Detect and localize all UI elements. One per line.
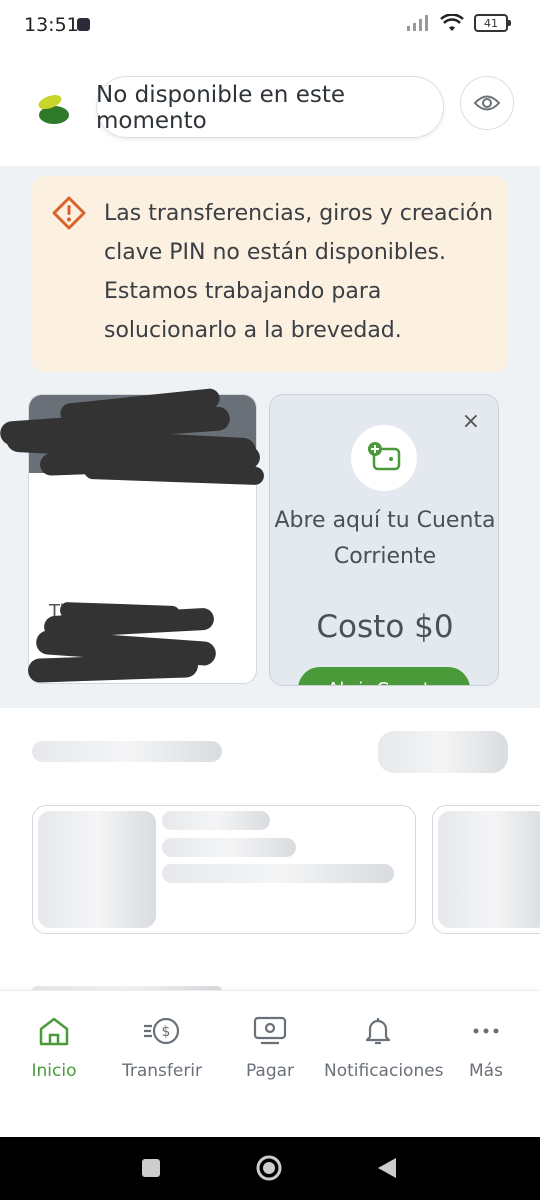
- status-bar: 13:51 41: [0, 0, 540, 56]
- signal-icon: [407, 15, 428, 31]
- bank-logo: [38, 95, 69, 124]
- nav-label: Pagar: [245, 1061, 295, 1081]
- nav-label: Más: [469, 1061, 503, 1081]
- svg-text:$: $: [162, 1024, 171, 1040]
- pay-icon: [253, 1016, 287, 1045]
- battery-icon: 41: [474, 14, 511, 32]
- system-nav-bar: [0, 1137, 540, 1200]
- status-indicators: 41: [406, 14, 511, 32]
- nav-item-inicio[interactable]: Inicio: [0, 1015, 108, 1081]
- skeleton-thumb: [438, 811, 540, 928]
- eye-icon: [473, 95, 501, 111]
- nav-label: Notificaciones: [324, 1061, 444, 1081]
- wifi-icon: [440, 14, 464, 31]
- back-icon[interactable]: [376, 1157, 398, 1179]
- visibility-toggle[interactable]: [460, 76, 514, 130]
- open-account-button[interactable]: Abrir Cuenta: [298, 667, 470, 685]
- status-pill-text: No disponible en este momento: [96, 82, 345, 134]
- promo-cost: Costo $0: [316, 609, 454, 645]
- more-icon: [473, 1028, 499, 1034]
- nav-item-transferir[interactable]: $ Transferir: [108, 1015, 216, 1081]
- skeleton-line: [162, 838, 296, 857]
- skeleton-line: [162, 811, 270, 830]
- nav-label: Inicio: [31, 1061, 77, 1081]
- app-notification-icon: [77, 18, 90, 31]
- promo-title: Abre aquí tu Cuenta Corriente: [274, 508, 496, 569]
- alert-banner: Las transferencias, giros y creación cla…: [32, 176, 508, 372]
- promo-card[interactable]: × Abre aquí tu Cuenta Corriente Costo $0…: [269, 394, 499, 686]
- nav-item-notificaciones[interactable]: Notificaciones: [324, 1015, 444, 1081]
- nav-item-pagar[interactable]: Pagar: [216, 1015, 324, 1081]
- skeleton-button: [378, 731, 508, 773]
- skeleton-thumb: [38, 811, 156, 928]
- alert-message: Las transferencias, giros y creación cla…: [104, 201, 494, 343]
- skeleton-line: [162, 864, 394, 883]
- bell-icon: [365, 1018, 391, 1045]
- home-button-icon[interactable]: [256, 1155, 282, 1181]
- recents-icon[interactable]: [142, 1159, 160, 1177]
- status-time: 13:51: [24, 14, 79, 36]
- header: No disponible en este momento: [0, 56, 540, 166]
- home-icon: [39, 1017, 69, 1046]
- bottom-nav: Inicio $ Transferir Pagar Notificaciones: [0, 990, 540, 1137]
- wallet-add-icon: [351, 425, 417, 491]
- close-icon[interactable]: ×: [462, 411, 480, 433]
- warning-icon: [52, 196, 86, 230]
- skeleton-title: [32, 741, 222, 762]
- nav-label: Transferir: [121, 1061, 203, 1081]
- transfer-icon: $: [144, 1017, 180, 1045]
- nav-item-mas[interactable]: Más: [432, 1015, 540, 1081]
